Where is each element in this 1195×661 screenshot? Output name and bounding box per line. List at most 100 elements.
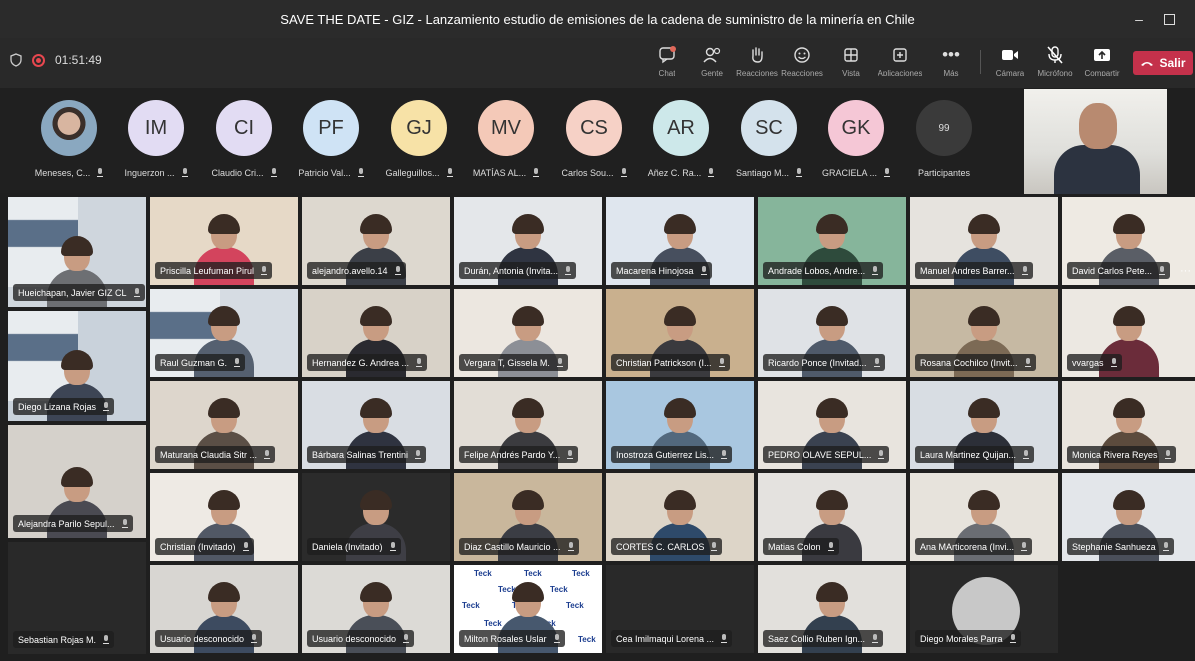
video-tile[interactable]: Matias Colon: [758, 473, 906, 561]
participant-hair: [512, 582, 544, 602]
video-tile[interactable]: Macarena Hinojosa: [606, 197, 754, 285]
video-tile[interactable]: David Carlos Pete... ···: [1062, 197, 1195, 285]
reactions-button[interactable]: Reacciones: [779, 42, 825, 84]
participant-hair: [816, 306, 848, 326]
video-tile[interactable]: Christian Patrickson (I...: [606, 289, 754, 377]
name-tag-text: Ricardo Ponce (Invitad...: [768, 357, 867, 368]
raise-hand-label: Reacciones: [736, 69, 778, 76]
video-tile[interactable]: Ricardo Ponce (Invitad...: [758, 289, 906, 377]
video-tile[interactable]: Manuel Andres Barrer...: [910, 197, 1058, 285]
tile-more-icon[interactable]: ···: [1180, 265, 1191, 277]
participant-hair: [61, 467, 93, 487]
participant-chip[interactable]: AR Añez C. Ra...: [638, 100, 724, 190]
video-tile[interactable]: Vergara T, Gissela M.: [454, 289, 602, 377]
participant-name-text: GRACIELA ...: [821, 168, 878, 178]
share-button[interactable]: Compartir: [1079, 42, 1125, 84]
participants-overflow-button[interactable]: 99 Participantes: [901, 100, 987, 190]
avatar: [41, 100, 97, 156]
name-tag: Andrade Lobos, Andre...: [763, 262, 884, 279]
video-tile[interactable]: Ana MArticorena (Invi...: [910, 473, 1058, 561]
leave-button[interactable]: Salir: [1133, 51, 1193, 75]
participant-hair: [968, 214, 1000, 234]
microphone-label: Micrófono: [1037, 69, 1073, 76]
video-tile[interactable]: Daniela (Invitado): [302, 473, 450, 561]
participant-chip[interactable]: Meneses, C...: [26, 100, 112, 190]
maximize-button[interactable]: [1157, 8, 1181, 30]
name-tag: Stephanie Sanhueza: [1067, 538, 1174, 555]
participant-chip[interactable]: IM Inguerzon ...: [113, 100, 199, 190]
participant-chip[interactable]: SC Santiago M...: [726, 100, 812, 190]
participant-chip[interactable]: GJ Galleguillos...: [376, 100, 462, 190]
video-tile[interactable]: Cea Imilmaqui Lorena ...: [606, 565, 754, 653]
name-tag-text: Raul Guzman G.: [160, 357, 228, 368]
video-tile[interactable]: PEDRO OLAVE SEPUL...: [758, 381, 906, 469]
video-tile[interactable]: Diego Lizana Rojas: [8, 311, 146, 421]
mic-muted-icon: [718, 357, 725, 368]
video-tile[interactable]: Saez Collio Ruben Ign...: [758, 565, 906, 653]
mic-muted-icon: [556, 357, 563, 368]
video-tile[interactable]: CORTES C. CARLOS: [606, 473, 754, 561]
video-tile[interactable]: Usuario desconocido: [150, 565, 298, 653]
participant-hair: [816, 214, 848, 234]
video-tile[interactable]: Hernandez G. Andrea ...: [302, 289, 450, 377]
video-tile[interactable]: Alejandra Parilo Sepul...: [8, 425, 146, 538]
name-tag-text: PEDRO OLAVE SEPUL...: [768, 449, 872, 460]
video-tile[interactable]: TeckTeckTeckTeckTeckTeckTeckTeckTeckTeck…: [454, 565, 602, 653]
participant-hair: [1112, 490, 1145, 510]
chat-button[interactable]: Chat: [644, 42, 690, 84]
participant-hair: [208, 214, 240, 234]
video-tile[interactable]: Stephanie Sanhueza: [1062, 473, 1195, 561]
window-title: SAVE THE DATE - GIZ - Lanzamiento estudi…: [280, 11, 915, 27]
video-tile[interactable]: Raul Guzman G.: [150, 289, 298, 377]
video-tile[interactable]: Diaz Castillo Mauricio ...: [454, 473, 602, 561]
raise-hand-button[interactable]: Reacciones: [734, 42, 780, 84]
participant-chip[interactable]: GK GRACIELA ...: [813, 100, 899, 190]
name-tag: Alejandra Parilo Sepul...: [13, 515, 133, 532]
name-tag: Daniela (Invitado): [307, 538, 401, 555]
share-icon: [1093, 42, 1111, 68]
video-tile[interactable]: Usuario desconocido: [302, 565, 450, 653]
avatar: GK: [828, 100, 884, 156]
video-tile[interactable]: Priscilla Leufuman Pirul: [150, 197, 298, 285]
name-tag-text: Daniela (Invitado): [312, 541, 383, 552]
self-video-preview[interactable]: [1024, 89, 1167, 194]
view-button[interactable]: Vista: [828, 42, 874, 84]
microphone-button[interactable]: Micrófono: [1032, 42, 1078, 84]
video-tile[interactable]: Rosana Cochilco (Invit...: [910, 289, 1058, 377]
name-tag: Christian Patrickson (I...: [611, 354, 730, 371]
video-tile[interactable]: Hueichapan, Javier GIZ CL: [8, 197, 146, 307]
more-button[interactable]: ••• Más: [928, 42, 974, 84]
minimize-button[interactable]: –: [1127, 8, 1151, 30]
video-tile[interactable]: Felipe Andrés Pardo Y...: [454, 381, 602, 469]
video-tile[interactable]: vvargas: [1062, 289, 1195, 377]
participant-name-text: Patricio Val...: [298, 168, 351, 178]
people-button[interactable]: Gente: [689, 42, 735, 84]
avatar: CS: [566, 100, 622, 156]
participant-chip[interactable]: PF Patricio Val...: [288, 100, 374, 190]
video-tile[interactable]: Inostroza Gutierrez Lis...: [606, 381, 754, 469]
camera-button[interactable]: Cámara: [987, 42, 1033, 84]
teck-logo-text: Teck: [578, 635, 596, 644]
video-tile[interactable]: Sebastian Rojas M.: [8, 542, 146, 654]
participant-name-text: Añez C. Ra...: [647, 168, 702, 178]
name-tag: Saez Collio Ruben Ign...: [763, 630, 884, 647]
video-tile[interactable]: alejandro.avello.14: [302, 197, 450, 285]
apps-icon: [892, 42, 908, 68]
video-tile[interactable]: Durán, Antonia (Invita...: [454, 197, 602, 285]
apps-button[interactable]: Aplicaciones: [877, 42, 923, 84]
participant-chip[interactable]: CI Claudio Cri...: [201, 100, 287, 190]
participant-chip[interactable]: MV MATÍAS AL...: [463, 100, 549, 190]
name-tag-text: Rosana Cochilco (Invit...: [920, 357, 1018, 368]
video-tile[interactable]: Christian (Invitado): [150, 473, 298, 561]
video-tile[interactable]: Laura Martinez Quijan...: [910, 381, 1058, 469]
mic-muted-icon: [877, 449, 885, 460]
participant-chip[interactable]: CS Carlos Sou...: [551, 100, 637, 190]
name-tag: vvargas: [1067, 354, 1122, 371]
participant-hair: [664, 490, 696, 510]
video-tile[interactable]: Diego Morales Parra: [910, 565, 1058, 653]
video-tile[interactable]: Monica Rivera Reyes: [1062, 381, 1195, 469]
video-tile[interactable]: Bárbara Salinas Trentini: [302, 381, 450, 469]
video-tile[interactable]: Maturana Claudia Sitr ...: [150, 381, 298, 469]
name-tag-text: Inostroza Gutierrez Lis...: [616, 449, 715, 460]
video-tile[interactable]: Andrade Lobos, Andre...: [758, 197, 906, 285]
